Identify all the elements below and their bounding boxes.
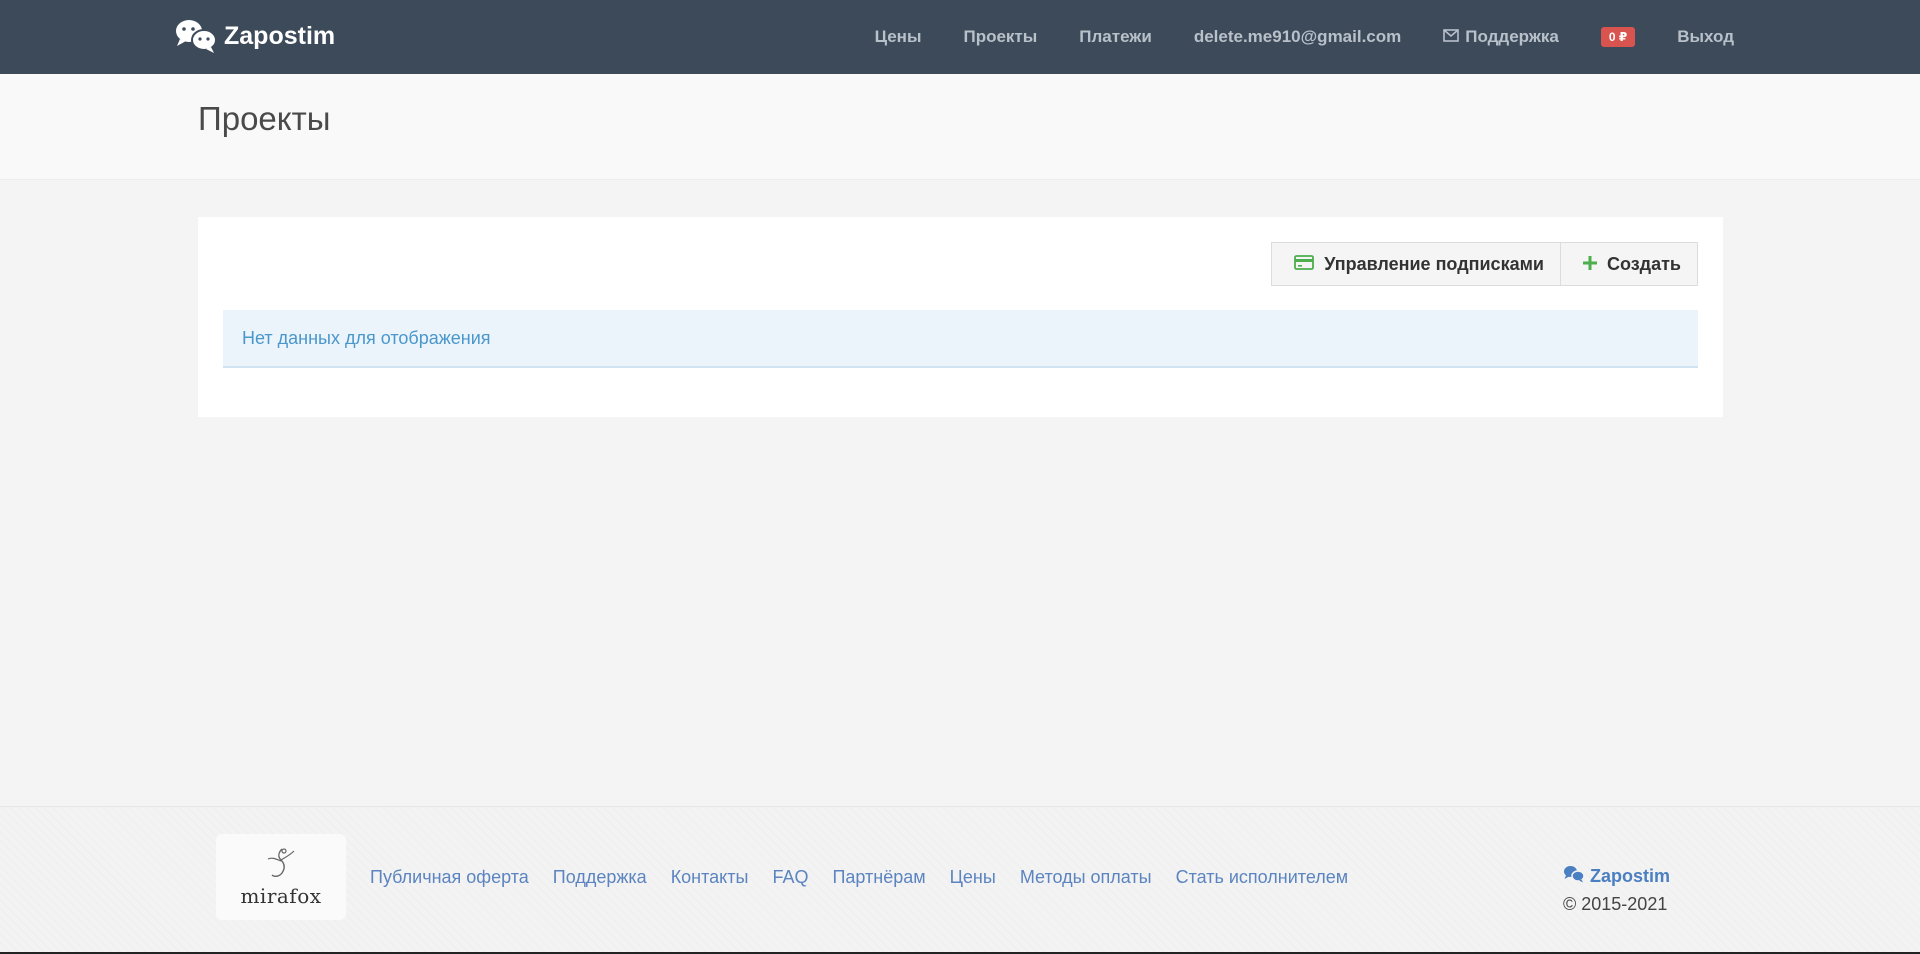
nav-link-support-label: Поддержка: [1465, 27, 1559, 46]
envelope-icon: [1443, 27, 1460, 47]
balance-badge: 0 ₽: [1600, 27, 1636, 47]
main-nav: Цены Проекты Платежи delete.me910@gmail.…: [875, 0, 1734, 74]
partner-logo[interactable]: mirafox: [216, 834, 346, 920]
create-project-label: Создать: [1606, 253, 1681, 274]
nav-link-balance[interactable]: 0 ₽: [1600, 27, 1636, 47]
footer-link-payment-methods[interactable]: Методы оплаты: [1020, 867, 1152, 888]
footer-link-public-offer[interactable]: Публичная оферта: [370, 867, 529, 888]
footer-link-become-performer[interactable]: Стать исполнителем: [1176, 867, 1349, 888]
nav-link-support[interactable]: Поддержка: [1443, 27, 1559, 47]
nav-link-prices[interactable]: Цены: [875, 27, 922, 47]
brand-name: Zapostim: [224, 21, 336, 50]
footer-brand-name: Zapostim: [1590, 866, 1671, 886]
footer-link-contacts[interactable]: Контакты: [671, 867, 749, 888]
footer-copyright: © 2015-2021: [1563, 894, 1668, 914]
page-title: Проекты: [198, 100, 331, 137]
footer-link-faq[interactable]: FAQ: [772, 867, 808, 888]
page-header: Проекты: [0, 74, 1920, 180]
brand-logo-link[interactable]: Zapostim: [174, 14, 335, 58]
top-navbar: Zapostim Цены Проекты Платежи delete.me9…: [0, 0, 1920, 74]
partner-logo-text: mirafox: [240, 884, 322, 908]
partner-logo-figure-icon: [264, 847, 298, 884]
nav-link-account-email[interactable]: delete.me910@gmail.com: [1194, 27, 1401, 47]
credit-card-icon: [1294, 254, 1315, 275]
chat-bubbles-icon: [174, 18, 218, 54]
nav-link-projects[interactable]: Проекты: [963, 27, 1037, 47]
nav-link-logout[interactable]: Выход: [1677, 27, 1734, 47]
projects-toolbar: Управление подписками Создать: [1271, 242, 1698, 286]
footer-link-partners[interactable]: Партнёрам: [832, 867, 925, 888]
empty-list-message: Нет данных для отображения: [223, 310, 1698, 368]
create-project-button[interactable]: Создать: [1560, 242, 1698, 286]
footer-brand-link[interactable]: Zapostim: [1563, 865, 1670, 888]
footer-link-prices[interactable]: Цены: [950, 867, 996, 888]
projects-panel: Управление подписками Создать Нет данных…: [198, 217, 1723, 417]
footer-links: Публичная оферта Поддержка Контакты FAQ …: [370, 867, 1372, 888]
chat-bubbles-icon: [1563, 865, 1585, 888]
footer-brand: Zapostim © 2015-2021: [1563, 865, 1670, 915]
footer-link-support[interactable]: Поддержка: [553, 867, 647, 888]
manage-subscriptions-button[interactable]: Управление подписками: [1271, 242, 1561, 286]
manage-subscriptions-label: Управление подписками: [1324, 253, 1544, 274]
footer: mirafox Публичная оферта Поддержка Конта…: [0, 806, 1920, 952]
nav-link-payments[interactable]: Платежи: [1079, 27, 1152, 47]
plus-icon: [1582, 254, 1597, 275]
